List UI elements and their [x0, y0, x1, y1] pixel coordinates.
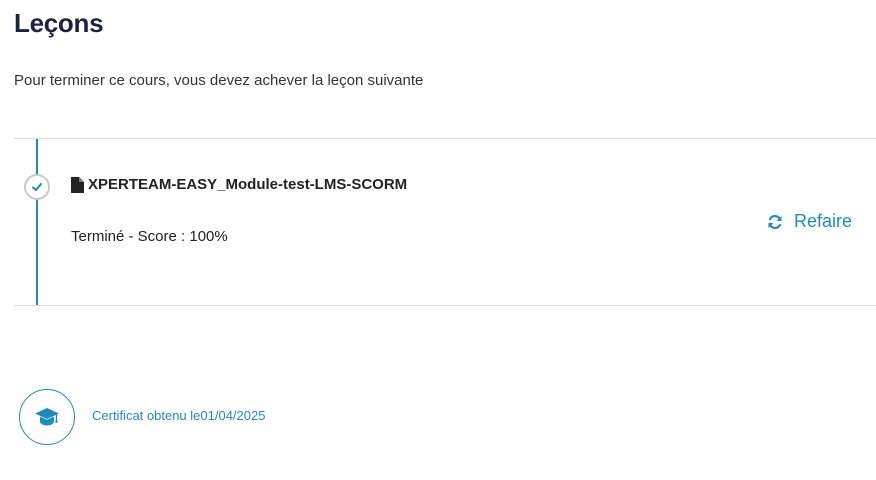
redo-label: Refaire: [793, 211, 852, 231]
page-subtitle: Pour terminer ce cours, vous devez achev…: [14, 72, 424, 89]
check-icon: [32, 183, 42, 191]
certificate-badge: [19, 389, 75, 445]
refresh-icon: [767, 214, 783, 230]
certificate-text[interactable]: Certificat obtenu le01/04/2025: [92, 408, 265, 423]
timeline-line: [36, 139, 38, 305]
page-title: Leçons: [14, 8, 104, 38]
lessons-page: Leçons Pour terminer ce cours, vous deve…: [0, 0, 876, 480]
lesson-title-row: XPERTEAM-EASY_Module-test-LMS-SCORM: [71, 176, 407, 193]
graduation-cap-icon: [35, 408, 59, 426]
file-icon: [71, 176, 84, 193]
completed-status-indicator: [24, 174, 50, 200]
redo-button[interactable]: Refaire: [767, 211, 852, 232]
lesson-status: Terminé - Score : 100%: [71, 228, 228, 245]
lesson-item: XPERTEAM-EASY_Module-test-LMS-SCORM Term…: [14, 138, 876, 306]
lesson-title[interactable]: XPERTEAM-EASY_Module-test-LMS-SCORM: [88, 176, 407, 193]
